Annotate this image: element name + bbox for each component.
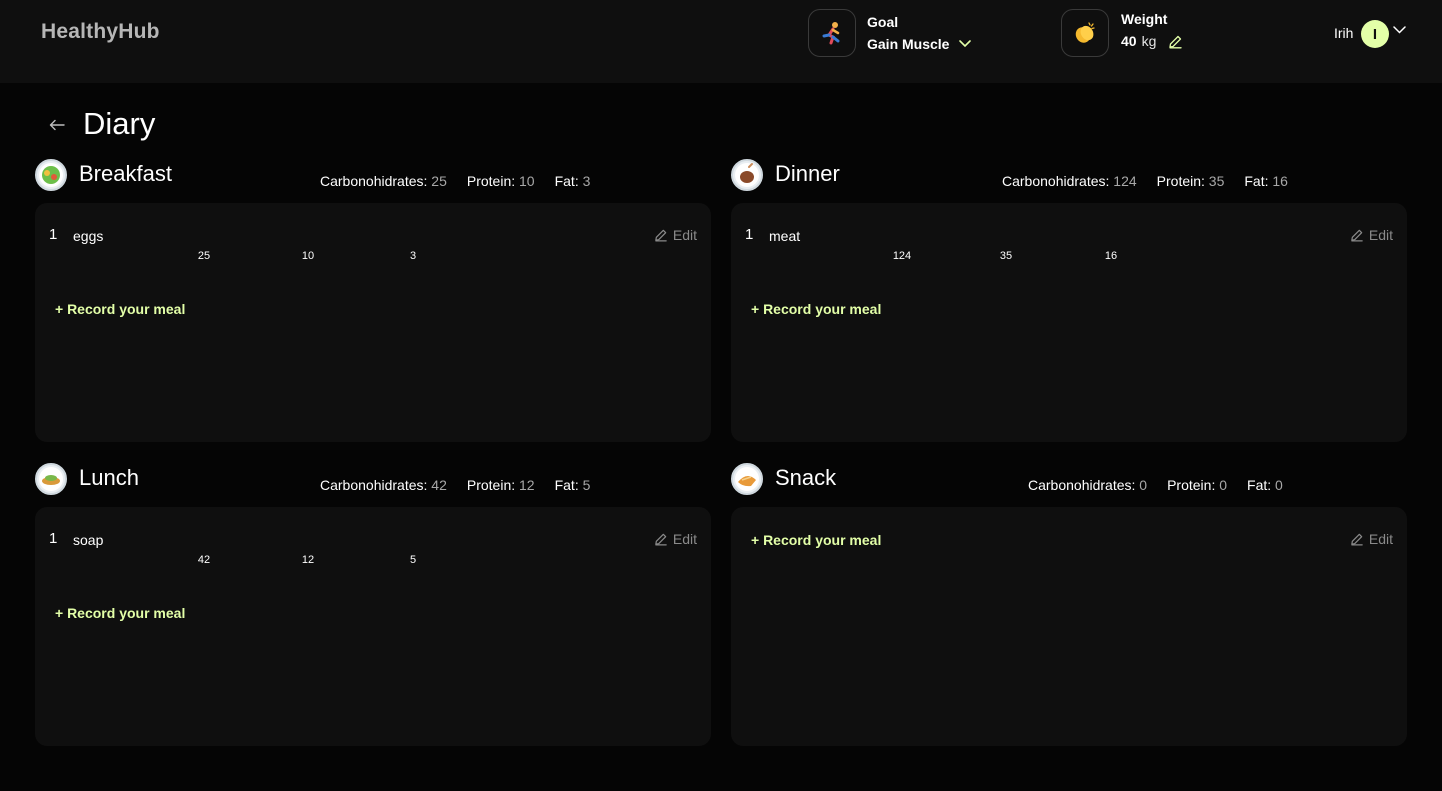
goal-icon-box[interactable]: [808, 9, 856, 57]
meal-totals: Carbonohidrates: 25 Protein: 10 Fat: 3: [320, 173, 590, 189]
entry-carbs: 25: [197, 250, 211, 262]
carbs-total: Carbonohidrates: 42: [320, 477, 447, 493]
edit-button[interactable]: Edit: [1350, 531, 1393, 547]
entry-index: 1: [49, 226, 58, 243]
weight-title: Weight: [1121, 11, 1168, 27]
entry-protein: 10: [301, 250, 315, 262]
fat-total: Fat: 0: [1247, 477, 1283, 493]
meal-card: 1 soap 42 12 5 Edit + Record your meal: [35, 507, 711, 746]
entry-carbs: 42: [197, 554, 211, 566]
entry-name: meat: [769, 228, 801, 244]
carbs-total: Carbonohidrates: 25: [320, 173, 447, 189]
record-meal-button[interactable]: + Record your meal: [751, 301, 881, 317]
entry-fat: 3: [409, 250, 417, 262]
meal-totals: Carbonohidrates: 42 Protein: 12 Fat: 5: [320, 477, 590, 493]
lunch-icon: [35, 463, 67, 495]
pencil-edit-icon[interactable]: [1168, 34, 1183, 49]
back-arrow-icon[interactable]: [48, 118, 66, 132]
entry-protein: 12: [301, 554, 315, 566]
breakfast-icon: [35, 159, 67, 191]
entry-carbs: 124: [892, 250, 912, 262]
running-person-icon: [822, 22, 840, 45]
user-name[interactable]: Irih: [1334, 25, 1353, 41]
goal-value: Gain Muscle: [867, 36, 950, 52]
entry-index: 1: [745, 226, 754, 243]
meal-totals: Carbonohidrates: 124 Protein: 35 Fat: 16: [1002, 173, 1288, 189]
avatar[interactable]: I: [1361, 20, 1389, 48]
weight-value: 40: [1121, 33, 1137, 49]
goal-selector[interactable]: Gain Muscle: [867, 36, 972, 52]
entry-index: 1: [49, 530, 58, 547]
user-menu-chevron-icon[interactable]: [1393, 26, 1406, 34]
app-logo[interactable]: HealthyHub: [41, 20, 160, 44]
meal-name: Snack: [775, 465, 837, 490]
meal-name: Dinner: [775, 161, 840, 186]
protein-total: Protein: 0: [1167, 477, 1228, 493]
record-meal-button[interactable]: + Record your meal: [55, 605, 185, 621]
meal-card: + Record your meal Edit: [731, 507, 1407, 746]
chevron-down-icon[interactable]: [959, 40, 972, 48]
pencil-edit-icon: [1351, 533, 1363, 546]
entry-protein: 35: [999, 250, 1013, 262]
top-header: HealthyHub Goal Gain Muscle Weight 40 kg: [0, 0, 1442, 83]
edit-button[interactable]: Edit: [654, 227, 697, 243]
clapping-hands-icon: [1075, 22, 1095, 43]
fat-total: Fat: 5: [554, 477, 591, 493]
entry-fat: 5: [409, 554, 417, 566]
protein-total: Protein: 12: [466, 477, 535, 493]
meal-card: 1 meat 124 35 16 Edit + Record your meal: [731, 203, 1407, 442]
edit-button[interactable]: Edit: [1350, 227, 1393, 243]
entry-fat: 16: [1104, 250, 1118, 262]
entry-name: soap: [73, 532, 104, 548]
meal-totals: Carbonohidrates: 0 Protein: 0 Fat: 0: [1028, 477, 1283, 493]
carbs-total: Carbonohidrates: 124: [1002, 173, 1137, 189]
pencil-edit-icon: [655, 533, 667, 546]
entry-name: eggs: [73, 228, 104, 244]
meal-card: 1 eggs 25 10 3 Edit + Record your meal: [35, 203, 711, 442]
protein-total: Protein: 10: [466, 173, 535, 189]
record-meal-button[interactable]: + Record your meal: [751, 532, 881, 548]
snack-icon: [731, 463, 763, 495]
weight-icon-box[interactable]: [1061, 9, 1109, 57]
fat-total: Fat: 3: [554, 173, 591, 189]
weight-display: 40 kg: [1121, 33, 1183, 49]
meal-name: Lunch: [79, 465, 139, 490]
pencil-edit-icon: [1351, 229, 1363, 242]
pencil-edit-icon: [655, 229, 667, 242]
meal-name: Breakfast: [79, 161, 172, 186]
fat-total: Fat: 16: [1244, 173, 1288, 189]
edit-button[interactable]: Edit: [654, 531, 697, 547]
record-meal-button[interactable]: + Record your meal: [55, 301, 185, 317]
page-title: Diary: [83, 106, 156, 141]
protein-total: Protein: 35: [1156, 173, 1225, 189]
carbs-total: Carbonohidrates: 0: [1028, 477, 1148, 493]
goal-title: Goal: [867, 14, 899, 30]
dinner-icon: [731, 159, 763, 191]
weight-unit: kg: [1141, 33, 1157, 49]
